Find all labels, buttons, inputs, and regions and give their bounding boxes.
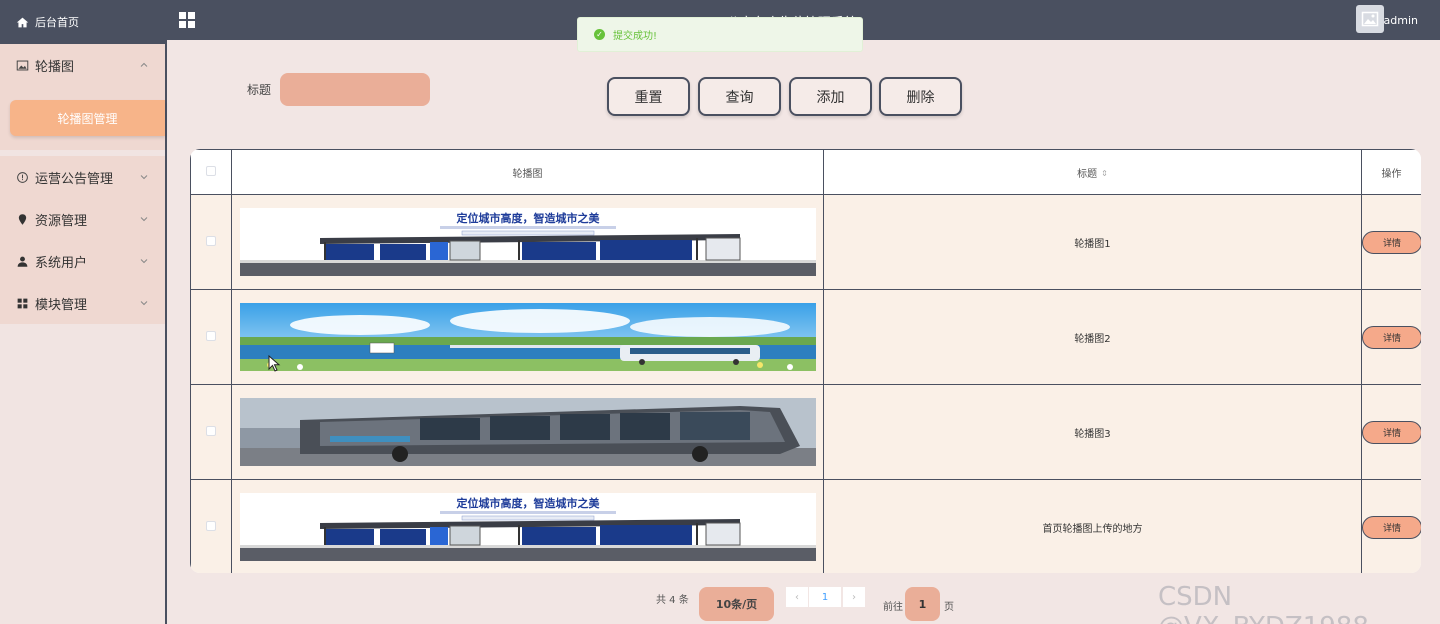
banner-table: 轮播图 标题 ⇕ 操作 定位城市高度，智造城市之美 轮播图1 详情 轮播图2 详…: [190, 149, 1421, 573]
sidebar-item-banner[interactable]: 轮播图: [0, 44, 165, 86]
username[interactable]: admin: [1384, 14, 1418, 27]
column-header-title-label: 标题: [1077, 168, 1098, 180]
table-header-row: 轮播图 标题 ⇕ 操作: [190, 149, 1421, 195]
chevron-down-icon: [140, 217, 148, 222]
home-icon: [16, 17, 29, 27]
image-icon: [16, 60, 29, 70]
banner-headline: 定位城市高度，智造城市之美: [456, 211, 600, 225]
column-header-actions: 操作: [1361, 149, 1421, 195]
chevron-down-icon: [140, 175, 148, 180]
menu-toggle-icon[interactable]: [179, 12, 195, 28]
banner-image-bus-shelter[interactable]: 定位城市高度，智造城市之美: [239, 208, 816, 276]
search-label: 标题: [247, 83, 272, 97]
sidebar-home-label: 后台首页: [35, 16, 79, 29]
delete-button[interactable]: 删除: [879, 77, 962, 116]
sidebar-subitem-banner-manage[interactable]: 轮播图管理: [10, 100, 165, 136]
banner-image-city-bus[interactable]: [239, 398, 816, 466]
sidebar-item-users[interactable]: 系统用户: [0, 240, 165, 282]
goto-prefix: 前往: [883, 602, 903, 613]
sidebar-item-label: 资源管理: [35, 213, 88, 229]
pagination-total: 共 4 条: [656, 595, 689, 606]
grid-icon: [17, 298, 28, 308]
check-circle-icon: ✓: [594, 29, 605, 40]
sidebar-submenu: 轮播图管理: [0, 86, 165, 150]
row-title: 首页轮播图上传的地方: [823, 479, 1362, 573]
sidebar-item-announcements[interactable]: 运营公告管理: [0, 156, 165, 198]
detail-button[interactable]: 详情: [1362, 420, 1421, 444]
title-search-input[interactable]: [280, 73, 430, 106]
sidebar: 后台首页 轮播图 轮播图管理 运营公告管理 资源管理 系统用户 模块管理: [0, 0, 167, 624]
page-number-current[interactable]: 1: [809, 587, 841, 607]
prev-page-icon[interactable]: ‹: [786, 587, 808, 607]
query-button[interactable]: 查询: [698, 77, 781, 116]
row-checkbox[interactable]: [206, 520, 216, 531]
select-all-cell: [190, 149, 232, 195]
goto-page-input[interactable]: 1: [905, 587, 940, 621]
location-pin-icon: [18, 213, 27, 225]
column-header-title[interactable]: 标题 ⇕: [823, 149, 1362, 195]
sidebar-menu: 运营公告管理 资源管理 系统用户 模块管理: [0, 156, 165, 324]
user-icon: [17, 256, 28, 267]
detail-button[interactable]: 详情: [1362, 515, 1421, 539]
select-all-checkbox[interactable]: [206, 165, 216, 176]
mouse-cursor-icon: [268, 355, 281, 372]
detail-button[interactable]: 详情: [1362, 230, 1421, 254]
row-title: 轮播图1: [823, 194, 1362, 290]
chevron-down-icon: [140, 259, 148, 264]
detail-button[interactable]: 详情: [1362, 325, 1421, 349]
sidebar-item-modules[interactable]: 模块管理: [0, 282, 165, 324]
sidebar-home[interactable]: 后台首页: [0, 0, 165, 44]
reset-button[interactable]: 重置: [607, 77, 690, 116]
table-row: 轮播图3 详情: [190, 384, 1421, 480]
add-button[interactable]: 添加: [789, 77, 872, 116]
chevron-down-icon: [140, 301, 148, 306]
column-header-banner: 轮播图: [231, 149, 824, 195]
table-row: 定位城市高度，智造城市之美: [190, 194, 1421, 290]
row-title: 轮播图2: [823, 289, 1362, 385]
banner-headline: 定位城市高度，智造城市之美: [456, 496, 600, 510]
row-checkbox[interactable]: [206, 425, 216, 436]
table-row: 轮播图2 详情: [190, 289, 1421, 385]
sidebar-item-banner-label: 轮播图: [35, 59, 75, 75]
sidebar-group-banner: 轮播图 轮播图管理: [0, 44, 165, 150]
sidebar-item-label: 运营公告管理: [35, 171, 114, 187]
row-title: 轮播图3: [823, 384, 1362, 480]
info-circle-icon: [17, 171, 28, 183]
success-toast: ✓ 提交成功!: [577, 17, 863, 52]
watermark: CSDN @VX_BYDZ1988: [1158, 582, 1369, 624]
chevron-up-icon: [140, 62, 148, 67]
toast-message: 提交成功!: [613, 31, 658, 42]
table-row: 定位城市高度，智造城市之美: [190, 479, 1421, 573]
sidebar-item-label: 系统用户: [35, 255, 88, 271]
page-size-select[interactable]: 10条/页: [699, 587, 774, 621]
sort-icon[interactable]: ⇕: [1101, 169, 1108, 178]
banner-image-scenic-bus[interactable]: [239, 303, 816, 371]
image-placeholder-icon: [1361, 11, 1379, 27]
banner-image-bus-shelter[interactable]: 定位城市高度，智造城市之美: [239, 493, 816, 561]
next-page-icon[interactable]: ›: [843, 587, 865, 607]
goto-suffix: 页: [944, 602, 954, 613]
row-checkbox[interactable]: [206, 330, 216, 341]
sidebar-item-label: 模块管理: [35, 297, 88, 313]
row-checkbox[interactable]: [206, 235, 216, 246]
sidebar-item-resources[interactable]: 资源管理: [0, 198, 165, 240]
avatar[interactable]: [1356, 5, 1384, 33]
